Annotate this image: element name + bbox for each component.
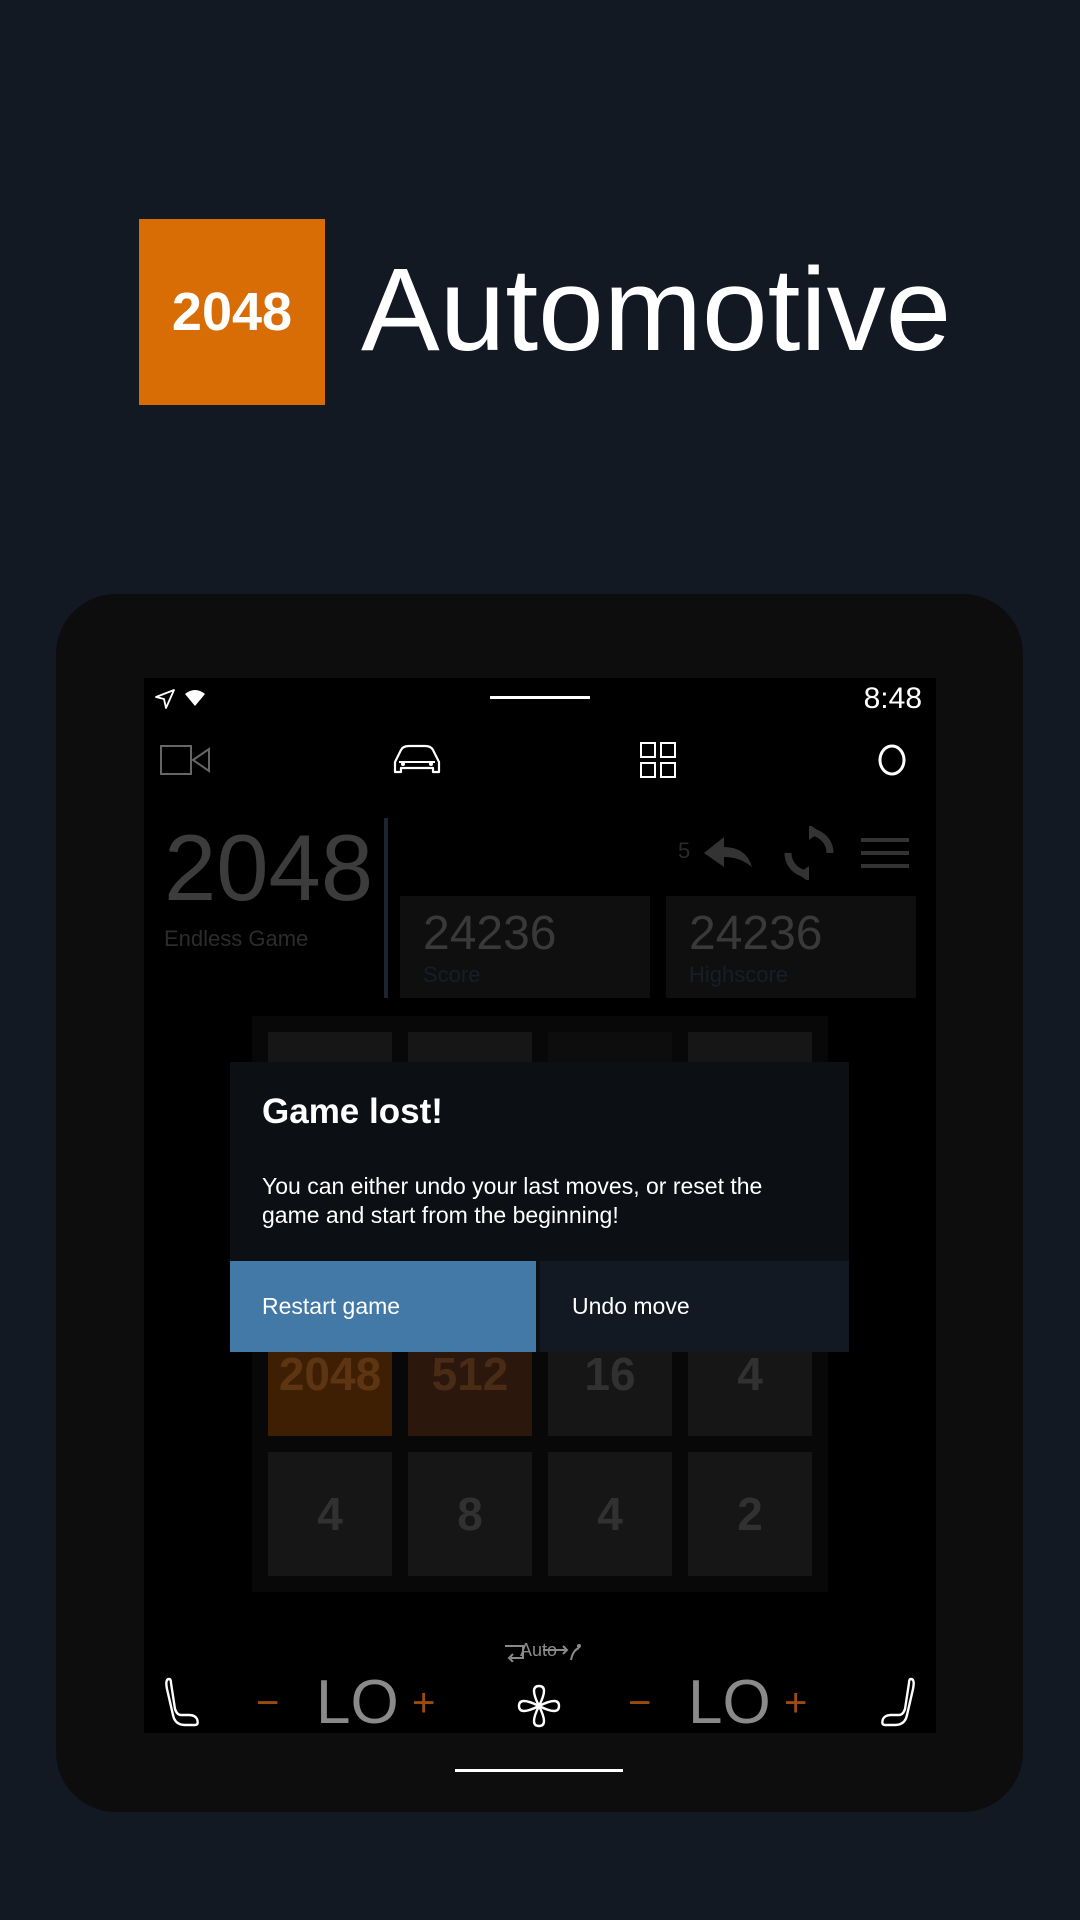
app-logo-text: 2048	[171, 282, 293, 342]
device-screen: 8:48 2048 Endless Game 5 24236 Score 242…	[144, 678, 936, 1733]
right-temp-minus[interactable]: −	[628, 1678, 651, 1728]
fan-auto-label: Auto	[520, 1640, 558, 1660]
status-time: 8:48	[863, 682, 922, 715]
climate-bar: Auto − LO + − LO +	[144, 1618, 936, 1733]
dialog-title: Game lost!	[262, 1092, 443, 1131]
left-temp-plus[interactable]: +	[412, 1678, 435, 1728]
drag-handle[interactable]	[490, 696, 590, 699]
camera-icon[interactable]	[158, 720, 214, 800]
score-label: Score	[423, 962, 481, 987]
undo-move-button[interactable]: Undo move	[540, 1261, 849, 1352]
restart-game-button[interactable]: Restart game	[230, 1261, 536, 1352]
tile: 4	[268, 1452, 392, 1576]
apps-grid-icon[interactable]	[630, 720, 686, 800]
car-icon[interactable]	[384, 720, 450, 800]
right-temp-plus[interactable]: +	[784, 1678, 807, 1728]
undo-count-badge: 5	[678, 838, 691, 863]
menu-icon[interactable]	[856, 823, 914, 883]
status-bar: 8:48	[144, 678, 936, 720]
game-mode-label: Endless Game	[164, 926, 309, 951]
dialog-message: You can either undo your last moves, or …	[262, 1173, 763, 1228]
right-temp-value: LO	[688, 1668, 771, 1733]
header-divider	[384, 818, 388, 998]
highscore-value: 24236	[689, 907, 823, 960]
score-value: 24236	[423, 907, 557, 960]
seat-right-icon[interactable]	[876, 1673, 922, 1733]
home-handle[interactable]	[455, 1769, 623, 1772]
undo-icon[interactable]	[700, 823, 758, 883]
circle-icon[interactable]	[864, 720, 920, 800]
navigation-icon	[154, 688, 176, 715]
tile: 4	[548, 1452, 672, 1576]
tile: 2	[688, 1452, 812, 1576]
left-temp-value: LO	[316, 1668, 399, 1733]
fan-icon[interactable]	[513, 1680, 565, 1732]
wifi-icon	[184, 689, 206, 712]
seat-left-icon[interactable]	[158, 1673, 204, 1733]
game-lost-dialog: Game lost! You can either undo your last…	[230, 1062, 849, 1352]
left-temp-minus[interactable]: −	[256, 1678, 279, 1728]
score-box: 24236 Score	[400, 896, 650, 998]
highscore-label: Highscore	[689, 962, 789, 987]
app-title: Automotive	[361, 244, 952, 376]
app-logo: 2048	[139, 219, 325, 405]
game-logo: 2048	[164, 815, 374, 920]
top-navigation	[144, 720, 936, 800]
highscore-box: 24236 Highscore	[666, 896, 916, 998]
tile: 8	[408, 1452, 532, 1576]
refresh-icon[interactable]	[780, 823, 838, 883]
